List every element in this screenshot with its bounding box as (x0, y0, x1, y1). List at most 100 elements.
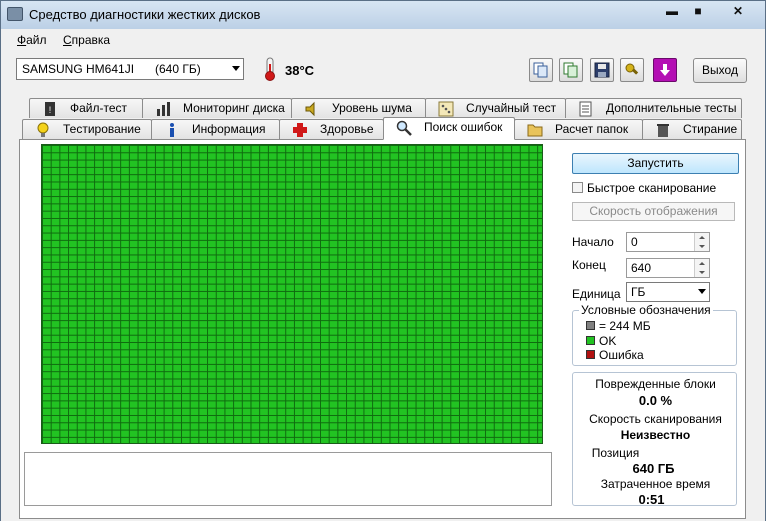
tab-error-scan-label: Поиск ошибок (424, 120, 503, 134)
scan-stats-box: Поврежденные блоки 0.0 % Скорость сканир… (572, 372, 737, 507)
legend-title: Условные обозначения (579, 303, 713, 317)
units-select[interactable]: ГБ (626, 282, 710, 302)
random-test-icon (438, 101, 454, 117)
position-label: Позиция (591, 446, 640, 460)
tab-testing[interactable]: Тестирование (22, 119, 152, 139)
minimize-button[interactable]: ▬ (661, 3, 683, 19)
tab-area: ! Файл-тест Мониторинг диска Уровень шум… (1, 91, 765, 521)
start-spin-down-icon[interactable] (694, 242, 709, 251)
tab-erase[interactable]: Стирание (642, 119, 742, 139)
damaged-blocks-value: 0.0 % (638, 393, 673, 408)
tab-erase-label: Стирание (683, 122, 738, 136)
menu-bar: Файл Справка (1, 29, 765, 51)
quick-scan-checkbox[interactable] (572, 182, 583, 193)
tab-error-scan[interactable]: Поиск ошибок (383, 117, 515, 140)
start-field-label: Начало (572, 235, 614, 249)
chevron-down-icon[interactable] (698, 289, 706, 294)
menu-file-rest: айл (26, 33, 47, 47)
copy-report-button[interactable] (559, 58, 583, 82)
close-button[interactable]: ✕ (727, 3, 749, 19)
tab-health[interactable]: Здоровье (279, 119, 384, 139)
start-spin-up-icon[interactable] (694, 233, 709, 242)
save-icon (594, 62, 610, 78)
app-disk-icon (7, 7, 23, 21)
maximize-button[interactable]: ■ (687, 3, 709, 19)
menu-help-accel: С (63, 33, 72, 47)
download-icon (660, 64, 670, 76)
legend-ok-label: OK (599, 334, 617, 348)
copy-icon (533, 62, 548, 78)
save-button[interactable] (590, 58, 614, 82)
scan-speed-label: Скорость сканирования (589, 412, 722, 426)
info-icon (170, 123, 174, 137)
tab-file-test-label: Файл-тест (70, 101, 128, 115)
start-field-value: 0 (631, 235, 638, 249)
disk-select[interactable]: SAMSUNG HM641JI (640 ГБ) (16, 58, 244, 80)
tools-button[interactable] (620, 58, 644, 82)
tab-extra-tests[interactable]: Дополнительные тесты (565, 98, 742, 118)
menu-file[interactable]: Файл (17, 33, 47, 47)
tab-file-test[interactable]: ! Файл-тест (29, 98, 143, 118)
units-label: Единица (572, 287, 621, 301)
tab-noise-level[interactable]: Уровень шума (291, 98, 426, 118)
display-speed-button[interactable]: Скорость отображения (572, 202, 735, 221)
folder-icon (527, 124, 543, 137)
copy-report-icon (563, 62, 578, 78)
extra-tests-icon (579, 101, 592, 117)
speaker-icon (305, 101, 315, 117)
menu-help[interactable]: Справка (63, 33, 110, 47)
app-window: Средство диагностики жестких дисков ▬ ■ … (0, 0, 766, 521)
legend-item: = 244 МБ (586, 319, 651, 333)
menu-help-rest: правка (71, 33, 111, 47)
tab-random-test-label: Случайный тест (466, 101, 557, 115)
trash-icon (657, 124, 669, 137)
copy-button[interactable] (529, 58, 553, 82)
elapsed-time-value: 0:51 (638, 492, 665, 507)
legend-item: Ошибка (586, 348, 644, 362)
monitor-chart-icon (157, 102, 170, 116)
tab-folder-calc[interactable]: Расчет папок (514, 119, 643, 139)
start-scan-button[interactable]: Запустить (572, 153, 739, 174)
end-spin-down-icon[interactable] (694, 268, 709, 277)
units-value: ГБ (631, 285, 646, 299)
scan-log-box (24, 452, 552, 506)
legend-error-label: Ошибка (599, 348, 644, 362)
svg-text:!: ! (49, 105, 52, 115)
end-spin-up-icon[interactable] (694, 259, 709, 268)
tools-icon (625, 63, 639, 75)
thermometer-icon (265, 57, 275, 81)
window-title: Средство диагностики жестких дисков (29, 7, 261, 22)
tab-disk-monitoring-label: Мониторинг диска (183, 101, 285, 115)
tab-information[interactable]: Информация (151, 119, 280, 139)
damaged-blocks-label: Поврежденные блоки (595, 377, 716, 391)
file-test-icon: ! (45, 102, 55, 116)
end-field-value: 640 (631, 261, 652, 275)
tab-random-test[interactable]: Случайный тест (425, 98, 566, 118)
error-scan-panel: Запустить Быстрое сканирование Скорость … (19, 139, 746, 519)
exit-button[interactable]: Выход (693, 58, 747, 83)
tab-noise-level-label: Уровень шума (332, 101, 412, 115)
quick-scan-option[interactable]: Быстрое сканирование (572, 181, 716, 195)
legend-block-size-label: = 244 МБ (599, 319, 651, 333)
legend-ok-swatch (586, 336, 595, 345)
start-field-input[interactable]: 0 (626, 232, 710, 252)
menu-file-accel: Ф (17, 33, 27, 47)
chevron-down-icon[interactable] (232, 66, 240, 71)
scan-speed-value: Неизвестно (620, 428, 691, 442)
legend-box: Условные обозначения = 244 МБ OK Ошибка (572, 303, 737, 366)
magnifier-icon (396, 120, 412, 136)
title-bar: Средство диагностики жестких дисков ▬ ■ … (1, 1, 765, 29)
download-button[interactable] (653, 58, 677, 82)
toolbar: SAMSUNG HM641JI (640 ГБ) 38°C Выход (1, 51, 765, 91)
legend-error-swatch (586, 350, 595, 359)
legend-block-size-swatch (586, 321, 595, 330)
tab-testing-label: Тестирование (63, 122, 141, 136)
surface-scan-grid (41, 144, 543, 444)
end-field-input[interactable]: 640 (626, 258, 710, 278)
tab-folder-calc-label: Расчет папок (555, 122, 629, 136)
bulb-icon (37, 122, 49, 137)
elapsed-time-label: Затраченное время (600, 477, 711, 491)
tab-disk-monitoring[interactable]: Мониторинг диска (142, 98, 292, 118)
temperature-value: 38°C (285, 63, 315, 78)
tab-health-label: Здоровье (320, 122, 374, 136)
